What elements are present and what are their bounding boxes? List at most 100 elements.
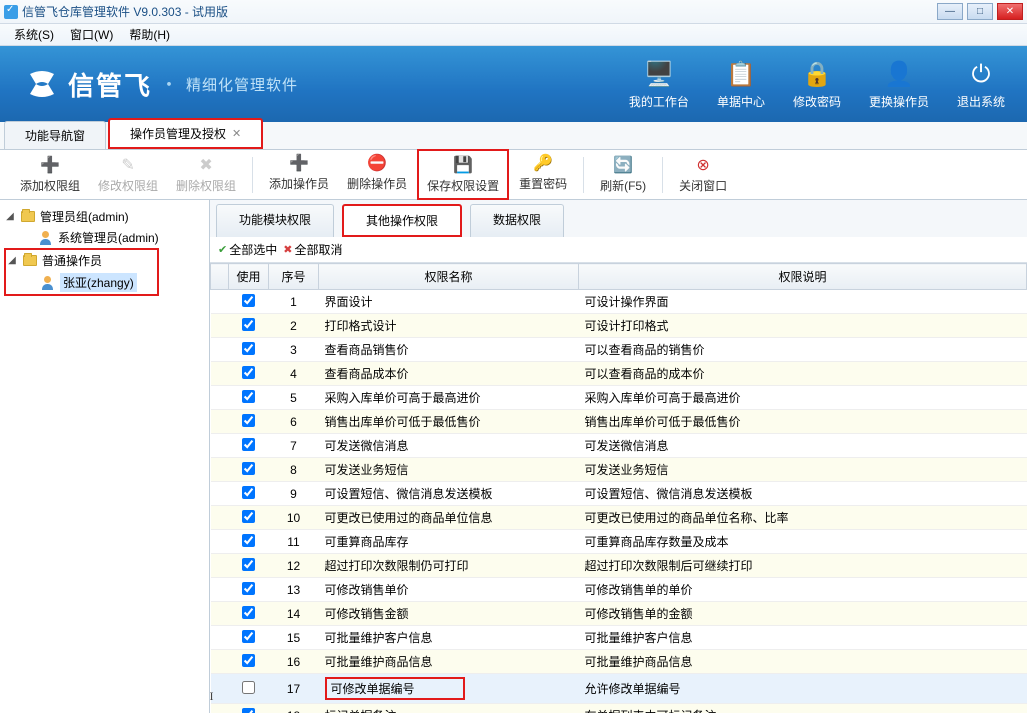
- table-row[interactable]: 10可更改已使用过的商品单位信息可更改已使用过的商品单位名称、比率: [211, 506, 1027, 530]
- row-marker: [211, 704, 229, 713]
- row-marker: [211, 506, 229, 530]
- row-marker: [211, 386, 229, 410]
- action-exit[interactable]: ⏻ 退出系统: [957, 59, 1005, 110]
- menu-help[interactable]: 帮助(H): [121, 24, 178, 45]
- num-cell: 11: [269, 530, 319, 554]
- use-cell: [229, 482, 269, 506]
- use-checkbox[interactable]: [242, 654, 255, 667]
- use-checkbox[interactable]: [242, 366, 255, 379]
- action-workbench[interactable]: 🖥️ 我的工作台: [629, 59, 689, 110]
- select-bar: ✔ 全部选中 ✖ 全部取消: [210, 237, 1027, 263]
- minimize-button[interactable]: —: [937, 3, 963, 20]
- name-cell: 标记单据备注: [319, 704, 579, 713]
- use-checkbox[interactable]: [242, 390, 255, 403]
- folder-icon: [20, 209, 36, 225]
- btn-refresh[interactable]: 🔄 刷新(F5): [592, 151, 654, 198]
- use-checkbox[interactable]: [242, 606, 255, 619]
- row-marker: [211, 578, 229, 602]
- collapse-icon[interactable]: ◢: [6, 255, 18, 266]
- col-use[interactable]: 使用: [229, 264, 269, 290]
- use-checkbox[interactable]: [242, 342, 255, 355]
- use-checkbox[interactable]: [242, 294, 255, 307]
- table-row[interactable]: 17可修改单据编号允许修改单据编号: [211, 674, 1027, 704]
- desc-cell: 可以查看商品的销售价: [579, 338, 1027, 362]
- col-name[interactable]: 权限名称: [319, 264, 579, 290]
- use-checkbox[interactable]: [242, 582, 255, 595]
- desc-cell: 销售出库单价可低于最低售价: [579, 410, 1027, 434]
- menu-system[interactable]: 系统(S): [6, 24, 62, 45]
- use-checkbox[interactable]: [242, 486, 255, 499]
- name-cell: 采购入库单价可高于最高进价: [319, 386, 579, 410]
- num-cell: 10: [269, 506, 319, 530]
- table-row[interactable]: 14可修改销售金额可修改销售单的金额: [211, 602, 1027, 626]
- table-row[interactable]: 13可修改销售单价可修改销售单的单价: [211, 578, 1027, 602]
- btn-add-group[interactable]: ➕ 添加权限组: [12, 151, 88, 198]
- num-cell: 7: [269, 434, 319, 458]
- btn-reset-password[interactable]: 🔑 重置密码: [511, 149, 575, 200]
- tab-operators[interactable]: 操作员管理及授权 ✕: [108, 118, 263, 149]
- tab-data-permissions[interactable]: 数据权限: [470, 204, 564, 237]
- tree-normal-operators[interactable]: ◢ 普通操作员: [6, 250, 137, 271]
- table-row[interactable]: 9可设置短信、微信消息发送模板可设置短信、微信消息发送模板: [211, 482, 1027, 506]
- btn-delete-operator[interactable]: ⛔ 删除操作员: [339, 149, 415, 200]
- col-num[interactable]: 序号: [269, 264, 319, 290]
- btn-close-window[interactable]: ⊗ 关闭窗口: [671, 151, 735, 198]
- table-row[interactable]: 18标记单据备注在单据列表中可标记备注: [211, 704, 1027, 713]
- table-row[interactable]: 7可发送微信消息可发送微信消息: [211, 434, 1027, 458]
- btn-edit-group[interactable]: ✎ 修改权限组: [90, 151, 166, 198]
- use-checkbox[interactable]: [242, 630, 255, 643]
- table-row[interactable]: 16可批量维护商品信息可批量维护商品信息: [211, 650, 1027, 674]
- table-row[interactable]: 12超过打印次数限制仍可打印超过打印次数限制后可继续打印: [211, 554, 1027, 578]
- btn-delete-group[interactable]: ✖ 删除权限组: [168, 151, 244, 198]
- use-checkbox[interactable]: [242, 318, 255, 331]
- use-checkbox[interactable]: [242, 462, 255, 475]
- action-doc-center[interactable]: 📋 单据中心: [717, 59, 765, 110]
- table-row[interactable]: 5采购入库单价可高于最高进价采购入库单价可高于最高进价: [211, 386, 1027, 410]
- table-row[interactable]: 3查看商品销售价可以查看商品的销售价: [211, 338, 1027, 362]
- maximize-button[interactable]: □: [967, 3, 993, 20]
- menu-window[interactable]: 窗口(W): [62, 24, 121, 45]
- delete-icon: ✖: [196, 155, 216, 175]
- close-tab-icon[interactable]: ✕: [232, 127, 241, 140]
- tab-other-permissions[interactable]: 其他操作权限: [342, 204, 462, 237]
- use-checkbox[interactable]: [242, 510, 255, 523]
- close-button[interactable]: ✕: [997, 3, 1023, 20]
- permissions-table-wrap[interactable]: 使用 序号 权限名称 权限说明 1界面设计可设计操作界面2打印格式设计可设计打印…: [210, 263, 1027, 713]
- btn-add-operator[interactable]: ➕ 添加操作员: [261, 149, 337, 200]
- action-switch-user[interactable]: 👤 更换操作员: [869, 59, 929, 110]
- plus-icon: ➕: [289, 153, 309, 173]
- logo: 信管飞 ・ 精细化管理软件: [22, 64, 298, 104]
- collapse-icon[interactable]: ◢: [4, 211, 16, 222]
- desc-cell: 可批量维护客户信息: [579, 626, 1027, 650]
- table-row[interactable]: 6销售出库单价可低于最低售价销售出库单价可低于最低售价: [211, 410, 1027, 434]
- use-checkbox[interactable]: [242, 414, 255, 427]
- table-row[interactable]: 15可批量维护客户信息可批量维护客户信息: [211, 626, 1027, 650]
- tree-user-zhangy[interactable]: 张亚(zhangy): [24, 271, 137, 294]
- action-change-password[interactable]: 🔒 修改密码: [793, 59, 841, 110]
- col-desc[interactable]: 权限说明: [579, 264, 1027, 290]
- row-marker: [211, 626, 229, 650]
- table-row[interactable]: 2打印格式设计可设计打印格式: [211, 314, 1027, 338]
- use-checkbox[interactable]: [242, 534, 255, 547]
- use-cell: [229, 650, 269, 674]
- use-checkbox[interactable]: [242, 708, 255, 713]
- table-row[interactable]: 4查看商品成本价可以查看商品的成本价: [211, 362, 1027, 386]
- cancel-all-button[interactable]: ✖ 全部取消: [283, 241, 342, 258]
- table-row[interactable]: 11可重算商品库存可重算商品库存数量及成本: [211, 530, 1027, 554]
- table-row[interactable]: 1界面设计可设计操作界面: [211, 290, 1027, 314]
- name-cell: 可更改已使用过的商品单位信息: [319, 506, 579, 530]
- tab-nav[interactable]: 功能导航窗: [4, 121, 106, 149]
- use-checkbox[interactable]: [242, 558, 255, 571]
- tab-module-permissions[interactable]: 功能模块权限: [216, 204, 334, 237]
- num-cell: 3: [269, 338, 319, 362]
- select-all-button[interactable]: ✔ 全部选中: [218, 241, 277, 258]
- tree-sys-admin[interactable]: 系统管理员(admin): [22, 227, 205, 248]
- btn-save-permissions[interactable]: 💾 保存权限设置: [417, 149, 509, 200]
- use-checkbox[interactable]: [242, 681, 255, 694]
- name-cell: 可修改单据编号: [319, 674, 579, 704]
- table-row[interactable]: 8可发送业务短信可发送业务短信: [211, 458, 1027, 482]
- use-checkbox[interactable]: [242, 438, 255, 451]
- use-cell: [229, 386, 269, 410]
- key-icon: 🔑: [533, 153, 553, 173]
- tree-admin-group[interactable]: ◢ 管理员组(admin): [4, 206, 205, 227]
